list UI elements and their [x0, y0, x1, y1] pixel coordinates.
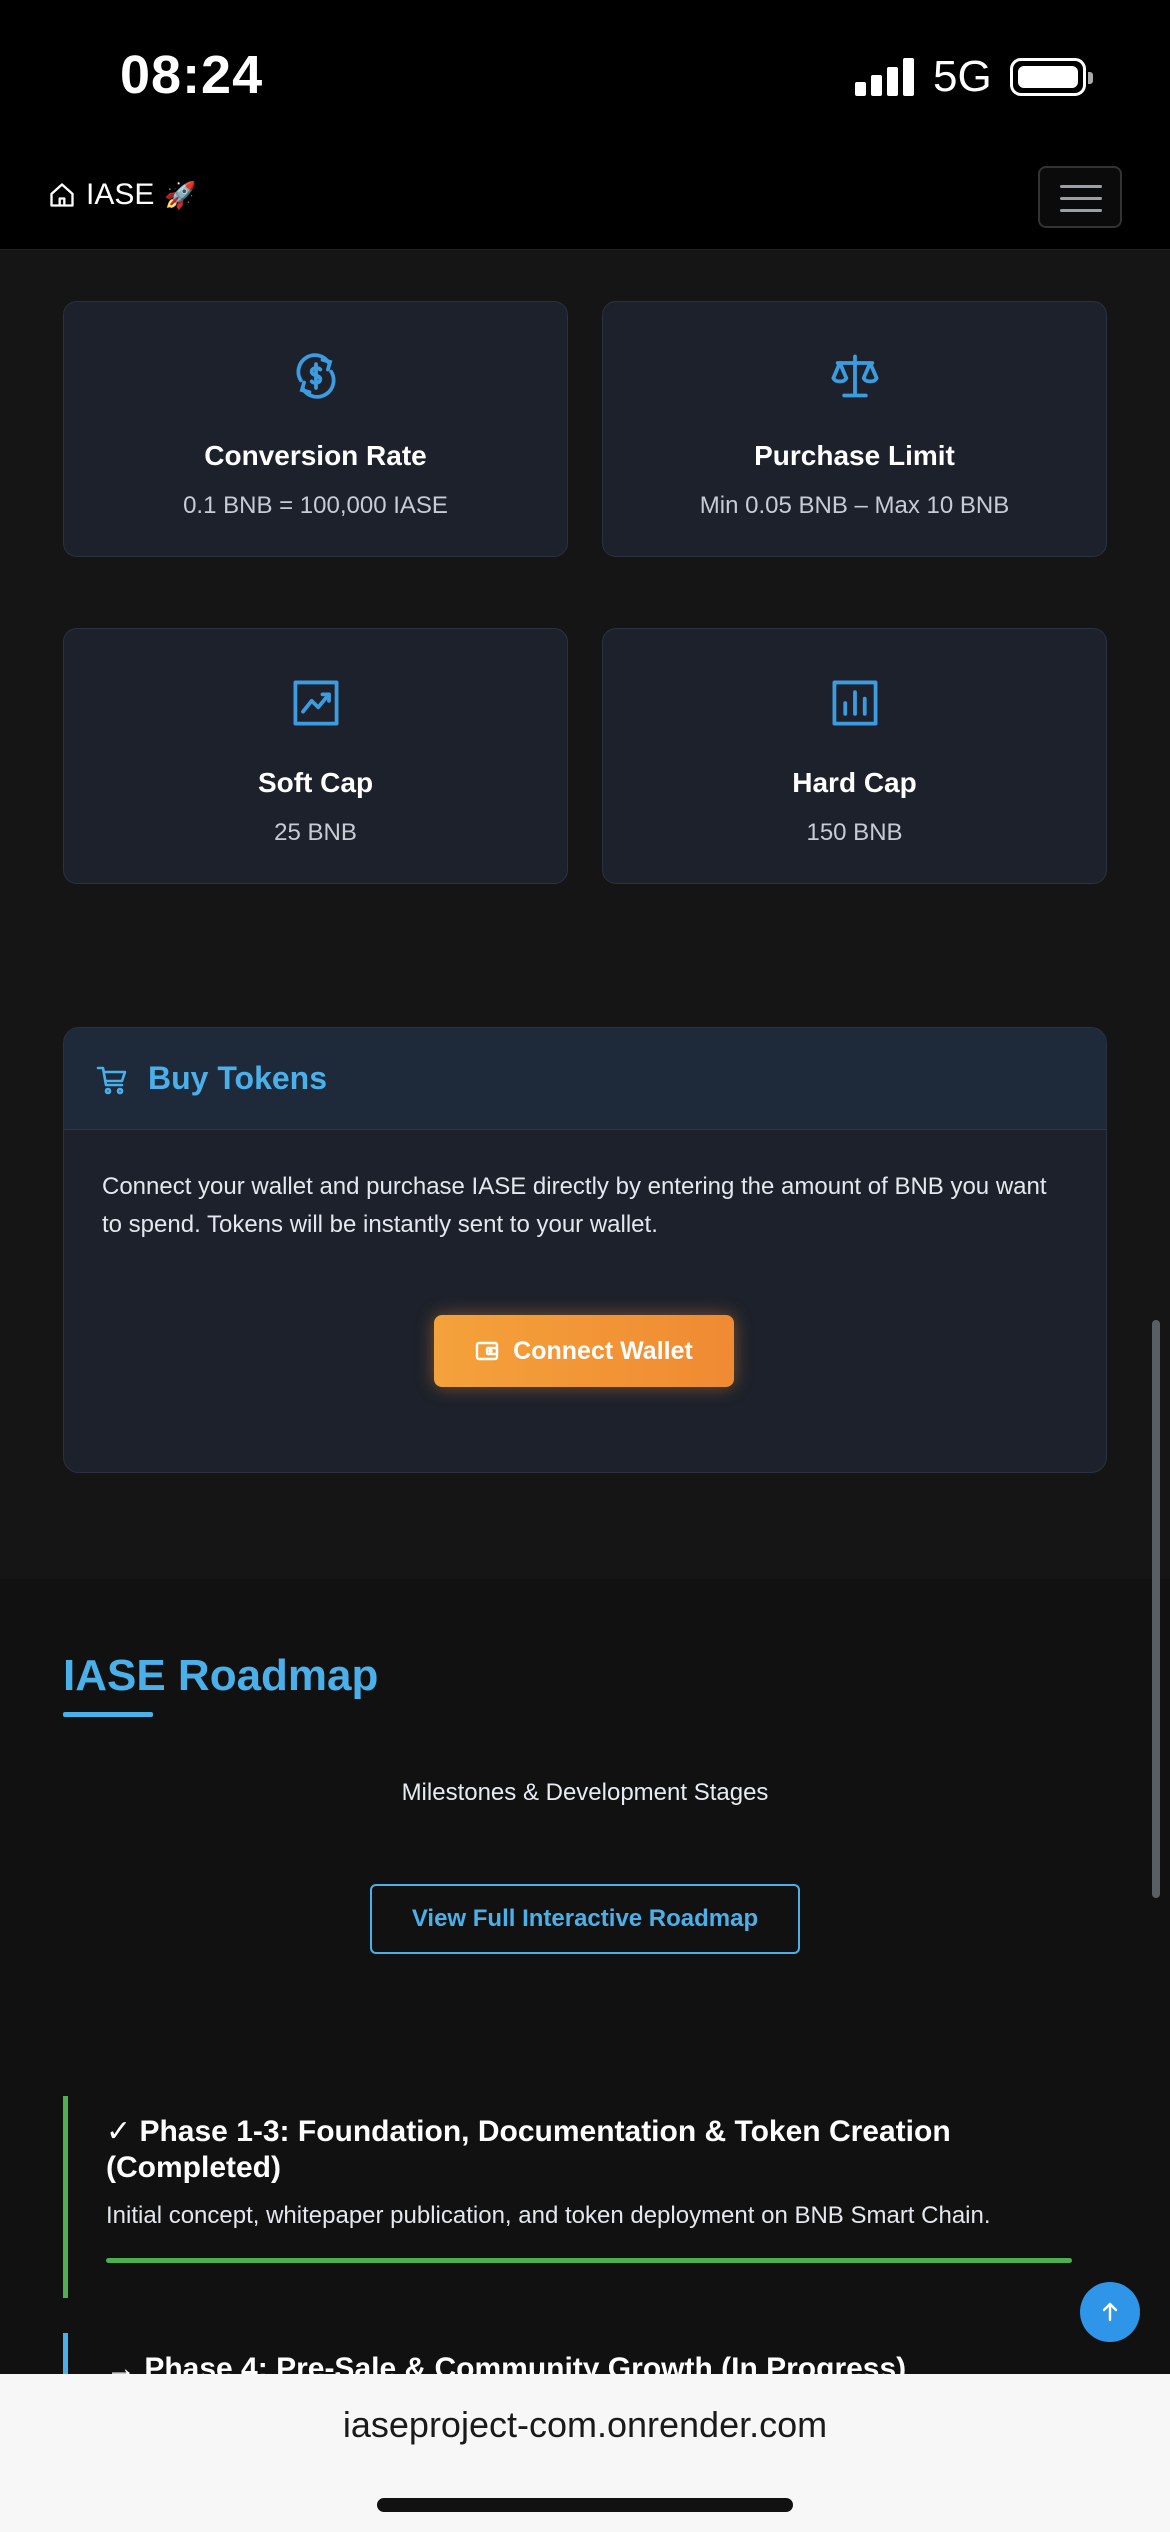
stat-title: Purchase Limit — [754, 440, 955, 471]
phase-title: ✓ Phase 1-3: Foundation, Documentation &… — [106, 2115, 951, 2184]
stat-value: 0.1 BNB = 100,000 IASE — [183, 492, 448, 519]
stat-title: Hard Cap — [792, 767, 917, 798]
buy-tokens-title: Buy Tokens — [148, 1060, 327, 1096]
stat-value: 25 BNB — [274, 819, 357, 846]
cart-icon — [96, 1066, 127, 1095]
stat-card-hard-cap: Hard Cap 150 BNB — [602, 628, 1107, 884]
scale-icon — [830, 354, 879, 398]
phase-description: Initial concept, whitepaper publication,… — [106, 2202, 991, 2229]
phase-progress-bar — [106, 2258, 1072, 2263]
status-bar: 08:24 5G — [0, 0, 1170, 150]
network-type: 5G — [933, 52, 992, 101]
stat-value: Min 0.05 BNB – Max 10 BNB — [699, 492, 1010, 519]
page-scrollbar[interactable] — [1152, 1320, 1160, 1898]
home-indicator — [377, 2498, 793, 2512]
buy-tokens-description: Connect your wallet and purchase IASE di… — [102, 1173, 1047, 1238]
browser-address-bar[interactable]: iaseproject-com.onrender.com — [0, 2374, 1170, 2532]
arrow-up-icon — [1102, 2302, 1118, 2322]
stat-card-conversion-rate: Conversion Rate 0.1 BNB = 100,000 IASE — [63, 301, 568, 557]
cellular-signal-icon — [855, 58, 915, 96]
buy-tokens-header: Buy Tokens — [64, 1028, 1106, 1130]
stat-title: Conversion Rate — [204, 440, 427, 471]
menu-toggle-button[interactable] — [1038, 166, 1122, 228]
stat-card-soft-cap: Soft Cap 25 BNB — [63, 628, 568, 884]
stat-value: 150 BNB — [806, 819, 903, 846]
bar-chart-icon — [832, 680, 877, 726]
roadmap-subtitle: Milestones & Development Stages — [401, 1779, 769, 1806]
home-icon — [50, 183, 74, 207]
url-text[interactable]: iaseproject-com.onrender.com — [0, 2404, 1170, 2446]
roadmap-phase-item: ✓ Phase 1-3: Foundation, Documentation &… — [63, 2096, 1072, 2298]
back-to-top-button[interactable] — [1080, 2282, 1140, 2342]
connect-wallet-button[interactable]: Connect Wallet — [434, 1315, 734, 1387]
view-roadmap-button[interactable]: View Full Interactive Roadmap — [370, 1884, 800, 1954]
trending-chart-icon — [293, 680, 338, 726]
connect-wallet-label: Connect Wallet — [513, 1336, 693, 1365]
stat-title: Soft Cap — [257, 767, 374, 798]
navbar: IASE 🚀 — [0, 150, 1170, 250]
rocket-icon: 🚀 — [164, 179, 197, 210]
battery-icon — [1010, 58, 1093, 96]
brand-name: IASE — [86, 178, 155, 211]
roadmap-title: IASE Roadmap — [63, 1651, 379, 1700]
brand-link[interactable]: IASE 🚀 — [48, 178, 197, 212]
roadmap-title-underline — [63, 1712, 153, 1717]
currency-exchange-icon — [295, 353, 336, 399]
wallet-icon — [475, 1341, 499, 1361]
stat-card-purchase-limit: Purchase Limit Min 0.05 BNB – Max 10 BNB — [602, 301, 1107, 557]
status-time: 08:24 — [120, 45, 264, 105]
buy-tokens-card: Buy Tokens Connect your wallet and purch… — [63, 1027, 1107, 1473]
